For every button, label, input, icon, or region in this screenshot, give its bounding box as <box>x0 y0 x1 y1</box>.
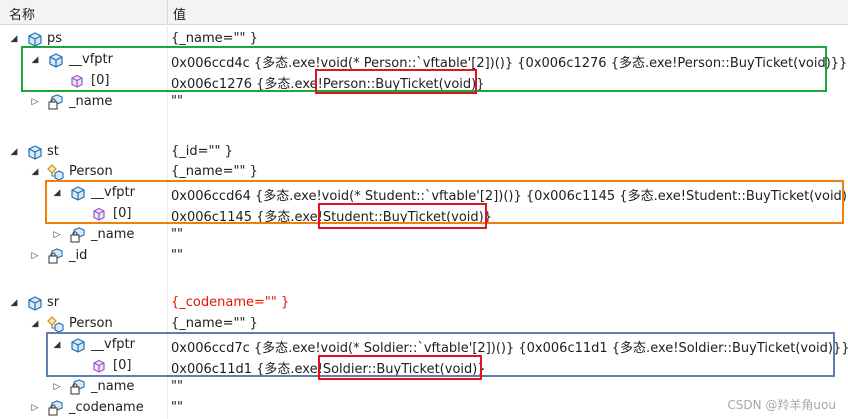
collapse-arrow-icon[interactable]: ◢ <box>52 187 62 199</box>
expand-arrow-icon[interactable]: ▷ <box>52 381 62 393</box>
tree-row-vfptr[interactable]: ◢ __vfptr 0x006ccd7c {多态.exe!void(* Sold… <box>0 335 848 356</box>
variable-name: _id <box>69 248 88 263</box>
watermark: CSDN @羚羊角uou <box>727 398 836 412</box>
collapse-arrow-icon[interactable]: ◢ <box>30 54 40 66</box>
expand-arrow-icon[interactable]: ▷ <box>30 250 40 262</box>
variable-value[interactable]: {_codename="" } <box>171 295 289 310</box>
object-icon <box>71 338 85 353</box>
variable-name: __vfptr <box>91 337 135 352</box>
variable-name: st <box>47 144 59 159</box>
item-icon <box>93 359 105 373</box>
function-name: Soldier::BuyTicket(void) <box>322 362 478 377</box>
variable-value[interactable]: "" <box>171 379 183 394</box>
tree-row-vtable-entry[interactable]: [0] 0x006c11d1 {多态.exe!Soldier::BuyTicke… <box>0 356 848 377</box>
variable-name: _codename <box>69 400 144 415</box>
variable-name: [0] <box>113 358 132 373</box>
variable-value[interactable]: "" <box>171 400 183 415</box>
tree-row-vfptr[interactable]: ◢ __vfptr 0x006ccd4c {多态.exe!void(* Pers… <box>0 50 848 71</box>
object-icon <box>28 145 42 160</box>
object-icon <box>49 53 63 68</box>
private-field-icon <box>48 400 63 416</box>
variable-value[interactable]: 0x006ccd64 {多态.exe!void(* Student::`vfta… <box>171 185 848 204</box>
variable-value[interactable]: {_id="" } <box>171 144 233 159</box>
tree-row-vtable-entry[interactable]: [0] 0x006c1276 {多态.exe!Person::BuyTicket… <box>0 71 848 92</box>
variable-value[interactable]: "" <box>171 94 183 109</box>
tree-row-base-person[interactable]: ◢ Person {_name="" } <box>0 162 848 183</box>
variable-name: _name <box>69 94 113 109</box>
tree-row-name-field[interactable]: ▷ _name "" <box>0 377 848 398</box>
private-field-icon <box>70 227 85 243</box>
variable-name: sr <box>47 295 60 310</box>
variable-name: __vfptr <box>91 185 135 200</box>
variable-value[interactable]: {_name="" } <box>171 31 258 46</box>
function-name: Person::BuyTicket(void) <box>322 77 477 92</box>
base-class-icon <box>47 316 64 333</box>
tree-row-id-field[interactable]: ▷ _id "" <box>0 246 848 267</box>
item-icon <box>71 74 83 88</box>
watch-header: 名称 值 <box>0 0 848 25</box>
variable-name: ps <box>47 31 63 46</box>
object-icon <box>28 32 42 47</box>
variable-name: __vfptr <box>69 52 113 67</box>
tree-row-name-field[interactable]: ▷ _name "" <box>0 92 848 113</box>
variable-value[interactable]: 0x006c1276 {多态.exe!Person::BuyTicket(voi… <box>171 73 485 92</box>
variable-name: _name <box>91 227 135 242</box>
tree-row-codename-field[interactable]: ▷ _codename "" <box>0 398 848 419</box>
function-name: Student::BuyTicket(void) <box>322 210 484 225</box>
variable-value[interactable]: {_name="" } <box>171 164 258 179</box>
object-icon <box>28 296 42 311</box>
expand-arrow-icon[interactable]: ▷ <box>52 229 62 241</box>
variable-value[interactable]: 0x006c11d1 {多态.exe!Soldier::BuyTicket(vo… <box>171 358 486 377</box>
private-field-icon <box>48 94 63 110</box>
object-icon <box>71 186 85 201</box>
expand-arrow-icon[interactable]: ▷ <box>30 96 40 108</box>
tree-row-ps[interactable]: ◢ ps {_name="" } <box>0 29 848 50</box>
variable-name: Person <box>69 316 113 331</box>
variable-value[interactable]: "" <box>171 248 183 263</box>
collapse-arrow-icon[interactable]: ◢ <box>52 339 62 351</box>
base-class-icon <box>47 164 64 181</box>
collapse-arrow-icon[interactable]: ◢ <box>30 166 40 178</box>
private-field-icon <box>48 248 63 264</box>
value-column-header[interactable]: 值 <box>173 4 186 23</box>
item-icon <box>93 207 105 221</box>
column-splitter[interactable] <box>167 0 168 24</box>
tree-row-st[interactable]: ◢ st {_id="" } <box>0 142 848 163</box>
name-column-header[interactable]: 名称 <box>9 4 35 23</box>
variable-value[interactable]: 0x006c1145 {多态.exe!Student::BuyTicket(vo… <box>171 206 492 225</box>
variable-name: [0] <box>91 73 110 88</box>
variable-name: [0] <box>113 206 132 221</box>
collapse-arrow-icon[interactable]: ◢ <box>30 318 40 330</box>
collapse-arrow-icon[interactable]: ◢ <box>9 297 19 309</box>
tree-row-vtable-entry[interactable]: [0] 0x006c1145 {多态.exe!Student::BuyTicke… <box>0 204 848 225</box>
variable-name: Person <box>69 164 113 179</box>
collapse-arrow-icon[interactable]: ◢ <box>9 146 19 158</box>
tree-row-vfptr[interactable]: ◢ __vfptr 0x006ccd64 {多态.exe!void(* Stud… <box>0 183 848 204</box>
variable-value[interactable]: "" <box>171 227 183 242</box>
tree-row-base-person[interactable]: ◢ Person {_name="" } <box>0 314 848 335</box>
expand-arrow-icon[interactable]: ▷ <box>30 402 40 414</box>
tree-row-sr[interactable]: ◢ sr {_codename="" } <box>0 293 848 314</box>
private-field-icon <box>70 379 85 395</box>
tree-row-name-field[interactable]: ▷ _name "" <box>0 225 848 246</box>
variable-value[interactable]: {_name="" } <box>171 316 258 331</box>
variable-name: _name <box>91 379 135 394</box>
variable-value[interactable]: 0x006ccd7c {多态.exe!void(* Soldier::`vfta… <box>171 337 848 356</box>
variable-value[interactable]: 0x006ccd4c {多态.exe!void(* Person::`vftab… <box>171 52 847 71</box>
collapse-arrow-icon[interactable]: ◢ <box>9 33 19 45</box>
